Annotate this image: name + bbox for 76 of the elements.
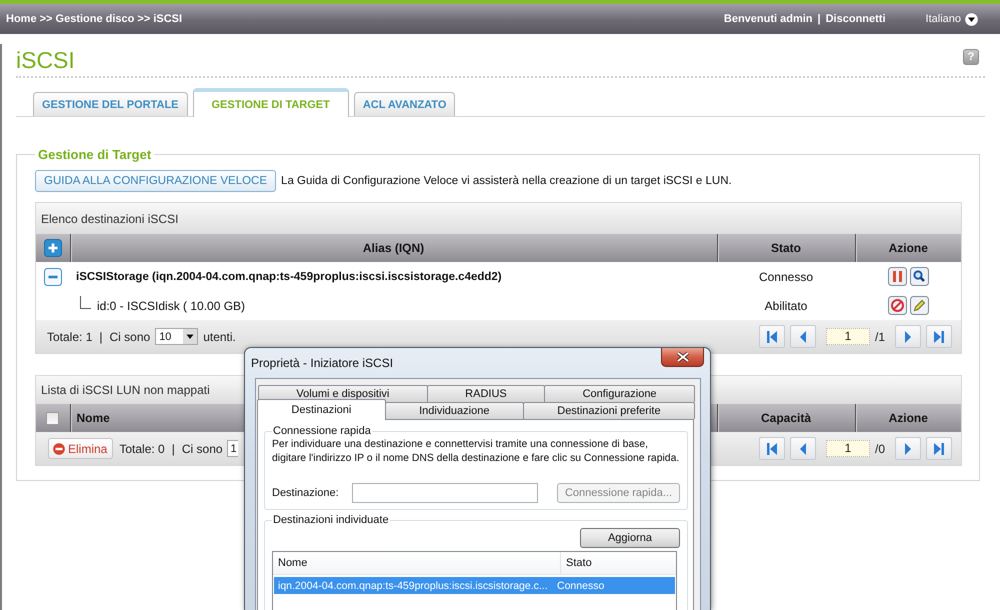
last-page-button[interactable] bbox=[926, 325, 952, 348]
panel-title: Lista di iSCSI LUN non mappati bbox=[41, 383, 210, 397]
pause-icon[interactable] bbox=[888, 267, 906, 286]
section-legend: Gestione di Target bbox=[35, 147, 154, 162]
per-page-label: Ci sono bbox=[182, 442, 223, 456]
triangle-left-icon bbox=[800, 330, 806, 342]
total-text: Totale: 1 bbox=[47, 330, 92, 344]
total-text: Totale: 0 bbox=[119, 442, 165, 456]
per-page-label: Ci sono bbox=[110, 330, 150, 344]
welcome-text: Benvenuti admin bbox=[724, 13, 813, 25]
close-button[interactable] bbox=[661, 348, 704, 367]
column-header: Capacità bbox=[717, 404, 855, 432]
breadcrumb: Home >> Gestione disco >> iSCSI bbox=[6, 13, 184, 25]
separator: | bbox=[818, 13, 821, 25]
target-status: Connesso bbox=[556, 580, 604, 592]
list-column-header[interactable]: Stato bbox=[561, 552, 676, 574]
per-page-suffix: utenti. bbox=[203, 330, 236, 344]
close-icon bbox=[676, 352, 688, 362]
column-header: Stato bbox=[717, 234, 855, 262]
checkbox[interactable] bbox=[46, 412, 60, 424]
skip-back-icon bbox=[766, 330, 777, 342]
separator: | bbox=[99, 330, 102, 344]
next-page-button[interactable] bbox=[895, 437, 921, 460]
dialog-tab[interactable]: Destinazioni preferite bbox=[522, 402, 695, 419]
dialog-tab[interactable]: Configurazione bbox=[544, 385, 695, 402]
refresh-button[interactable]: Aggiorna bbox=[580, 528, 680, 548]
wizard-button[interactable]: GUIDA ALLA CONFIGURAZIONE VELOCE bbox=[35, 170, 276, 192]
wizard-hint: La Guida di Configurazione Veloce vi assisterà nella creazione di un target iSCSI e LUN. bbox=[281, 175, 732, 187]
column-header: Alias (IQN) bbox=[70, 234, 717, 262]
destination-input[interactable] bbox=[352, 482, 538, 502]
triangle-right-icon bbox=[905, 442, 911, 454]
skip-back-icon bbox=[766, 442, 777, 454]
status-cell: Abilitato bbox=[717, 291, 855, 320]
plus-icon[interactable] bbox=[44, 239, 62, 257]
first-page-button[interactable] bbox=[758, 437, 785, 460]
status-cell: Connesso bbox=[717, 262, 855, 291]
column-header: Azione bbox=[855, 404, 961, 432]
alias-cell: iSCSIStorage (iqn.2004-04.com.qnap:ts-459proplus:iscsi.iscsistorage.c4edd2) bbox=[70, 262, 717, 291]
previous-page-button[interactable] bbox=[790, 437, 816, 460]
dialog-tab[interactable]: RADIUS bbox=[426, 385, 546, 402]
alias-text: id:0 - ISCSIdisk ( 10.00 GB) bbox=[97, 298, 246, 313]
pencil-icon[interactable] bbox=[910, 296, 928, 315]
prohibited-icon[interactable] bbox=[888, 296, 906, 315]
page-count: /1 bbox=[874, 330, 885, 344]
group-legend: Destinazioni individuate bbox=[272, 514, 390, 526]
language-select[interactable]: Italiano bbox=[926, 12, 978, 26]
minus-circle-icon bbox=[53, 442, 65, 454]
column-header: Azione bbox=[855, 234, 961, 262]
previous-page-button[interactable] bbox=[790, 325, 816, 348]
dialog-tab[interactable]: Individuazione bbox=[384, 402, 524, 419]
description-text: Per individuare una destinazione e connettervisi tramite una connessione di base, digitare l'indirizzo IP o il nome DNS della destinazione e fare clic su Connessione rapida. bbox=[272, 438, 680, 466]
delete-button[interactable]: Elimina bbox=[48, 438, 114, 459]
per-page-select[interactable]: 10 bbox=[155, 328, 198, 345]
page-input[interactable]: 1 bbox=[826, 328, 870, 345]
minus-icon[interactable] bbox=[44, 268, 62, 286]
skip-forward-icon bbox=[934, 442, 944, 454]
panel-title: Elenco destinazioni iSCSI bbox=[41, 212, 178, 226]
page-title: iSCSI bbox=[16, 46, 75, 74]
logout-link[interactable]: Disconnetti bbox=[826, 13, 886, 25]
first-page-button[interactable] bbox=[758, 325, 785, 348]
field-label: Destinazione: bbox=[272, 486, 339, 498]
target-name: iqn.2004-04.com.qnap:ts-459proplus:iscsi.iscsistorage.c... bbox=[277, 580, 549, 592]
triangle-left-icon bbox=[800, 442, 806, 454]
list-column-header[interactable]: Nome bbox=[273, 552, 561, 574]
search-icon[interactable] bbox=[910, 267, 928, 286]
per-page-select[interactable]: 1 bbox=[226, 440, 238, 457]
skip-forward-icon bbox=[934, 330, 944, 342]
last-page-button[interactable] bbox=[926, 437, 952, 460]
tree-branch-icon bbox=[80, 296, 91, 310]
dialog-title: Proprietà - Iniziatore iSCSI bbox=[251, 356, 394, 370]
next-page-button[interactable] bbox=[895, 325, 921, 348]
page-count: /0 bbox=[874, 442, 885, 456]
page-input[interactable]: 1 bbox=[826, 440, 870, 457]
dialog-tab[interactable]: Destinazioni bbox=[257, 399, 386, 420]
triangle-right-icon bbox=[905, 330, 911, 342]
separator: | bbox=[172, 442, 175, 456]
